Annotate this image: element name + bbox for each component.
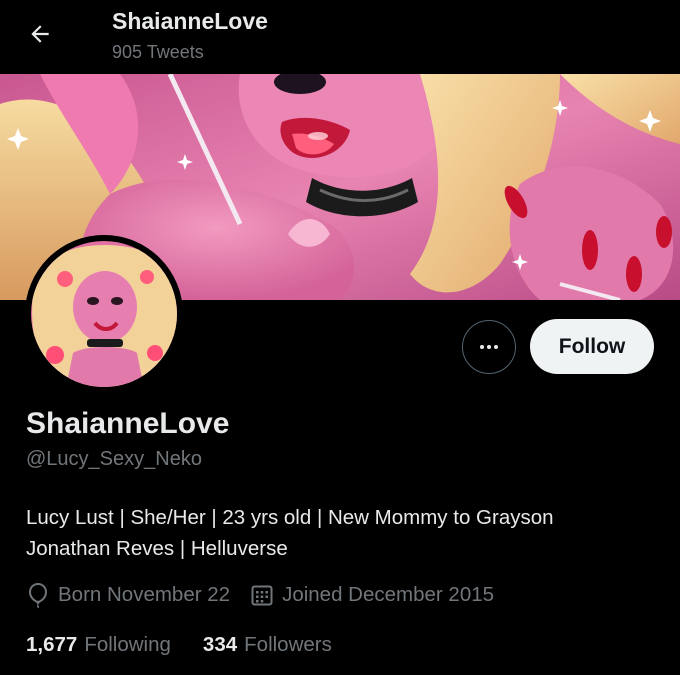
followers-label: Followers xyxy=(244,633,332,656)
balloon-icon xyxy=(26,582,50,608)
followers-count: 334 xyxy=(202,633,238,656)
joined-text: Joined December 2015 xyxy=(282,583,495,606)
profile-stats: 1,677 Following 334 Followers xyxy=(26,630,332,660)
profile-handle: @Lucy_Sexy_Neko xyxy=(26,448,202,470)
avatar-artwork xyxy=(25,235,183,393)
following-link[interactable]: 1,677 Following xyxy=(26,633,171,657)
more-options-button[interactable] xyxy=(462,320,516,374)
bio-line: Lucy Lust | She/Her | 23 yrs old | New M… xyxy=(26,506,554,529)
birthday-item: Born November 22 xyxy=(26,582,230,608)
following-count: 1,677 xyxy=(26,633,78,656)
following-label: Following xyxy=(84,633,171,656)
header-display-name: ShaianneLove xyxy=(112,8,268,34)
header-tweet-count: 905 Tweets xyxy=(112,42,204,62)
arrow-left-icon xyxy=(31,25,49,43)
top-bar: ShaianneLove 905 Tweets xyxy=(0,0,680,74)
profile-avatar[interactable] xyxy=(25,235,183,393)
profile-meta: Born November 22 Joined December 2015 xyxy=(26,580,494,610)
calendar-icon xyxy=(250,583,274,607)
more-dots-icon xyxy=(480,345,498,349)
bio-line: Jonathan Reves | Helluverse xyxy=(26,537,288,560)
profile-display-name: ShaianneLove xyxy=(26,407,230,440)
back-button[interactable] xyxy=(20,14,60,54)
follow-button[interactable]: Follow xyxy=(530,319,654,374)
profile-bio: Lucy Lust | She/Her | 23 yrs old | New M… xyxy=(26,502,646,564)
joined-item: Joined December 2015 xyxy=(250,583,494,607)
birthday-text: Born November 22 xyxy=(58,583,231,606)
followers-link[interactable]: 334 Followers xyxy=(203,633,332,657)
